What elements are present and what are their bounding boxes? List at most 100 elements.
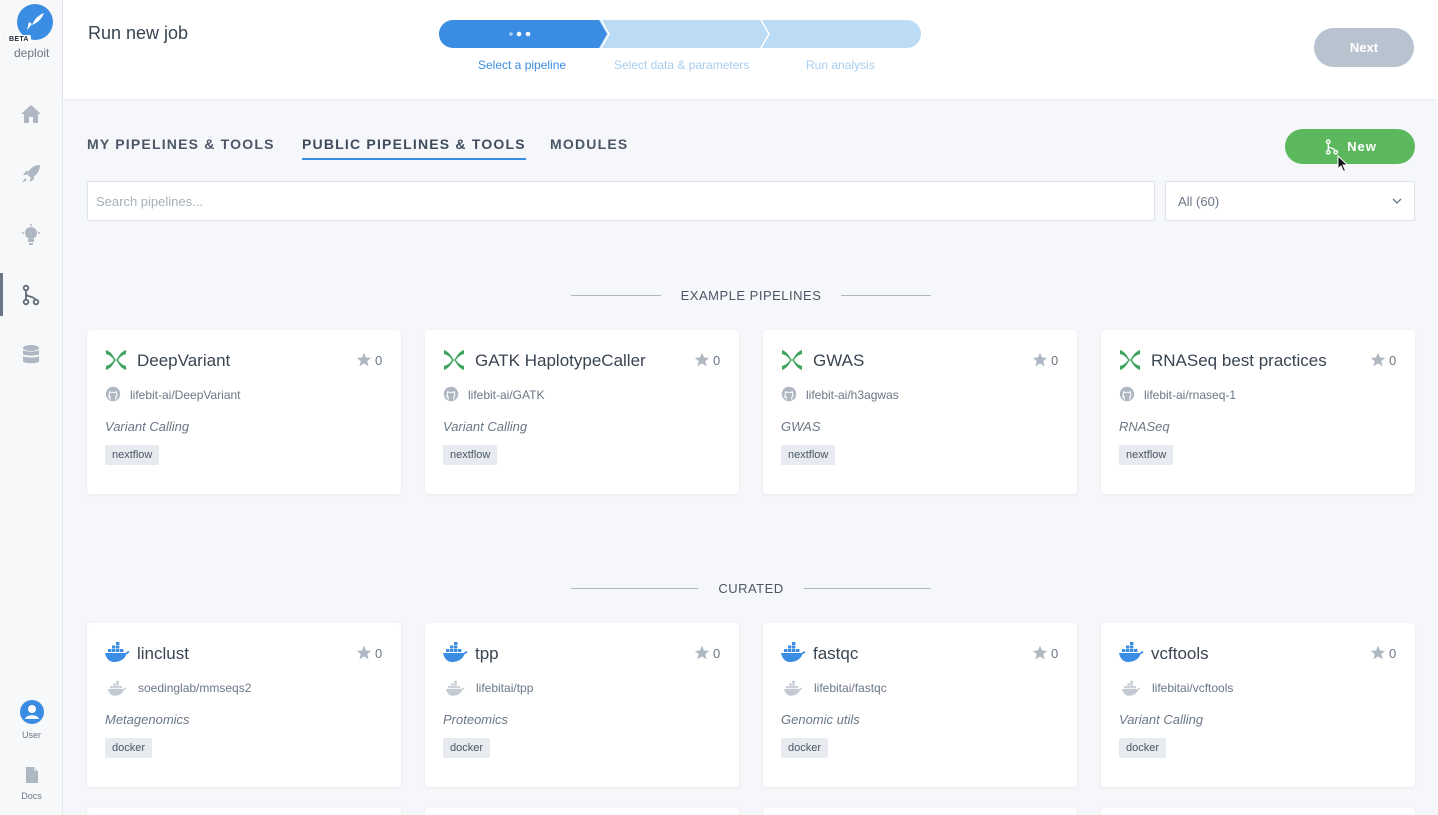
pipeline-title[interactable]: RNASeq best practices xyxy=(1151,351,1327,371)
search-input[interactable] xyxy=(87,181,1155,221)
star-icon[interactable] xyxy=(694,352,710,372)
pipeline-title[interactable]: vcftools xyxy=(1151,644,1209,664)
nextflow-icon xyxy=(442,348,466,372)
pipeline-category: Metagenomics xyxy=(105,712,190,727)
step-label-select-data[interactable]: Select data & parameters xyxy=(614,58,749,72)
active-nav-indicator xyxy=(0,273,3,316)
filter-selected-value: All (60) xyxy=(1178,193,1220,209)
step-3-shape xyxy=(753,20,921,48)
pipeline-category: Proteomics xyxy=(443,712,509,727)
nextflow-icon xyxy=(104,348,128,372)
star-count: 0 xyxy=(1051,646,1059,661)
section-title: EXAMPLE PIPELINES xyxy=(680,288,822,303)
mouse-cursor-icon xyxy=(1337,155,1349,173)
nextflow-icon xyxy=(1118,348,1142,372)
pipeline-card[interactable]: RNASeq best practices 0 lifebit-ai/rnaseq-… xyxy=(1101,330,1415,494)
docs-label: Docs xyxy=(21,791,42,801)
pipeline-card[interactable]: fastqc 0 lifebitai/fastqc Genomic utils dock… xyxy=(763,623,1077,787)
pipeline-title[interactable]: fastqc xyxy=(813,644,858,664)
tab-my-pipelines[interactable]: MY PIPELINES & TOOLS xyxy=(87,136,275,158)
pipeline-card[interactable]: linclust 0 soedinglab/mmseqs2 Metagenomics d… xyxy=(87,623,401,787)
pipeline-repo: lifebit-ai/h3agwas xyxy=(806,388,899,402)
pipeline-repo: lifebitai/vcftools xyxy=(1152,681,1234,695)
pipeline-title[interactable]: linclust xyxy=(137,644,189,664)
pipeline-repo: lifebit-ai/DeepVariant xyxy=(130,388,241,402)
rocket-icon[interactable] xyxy=(19,162,43,186)
star-icon[interactable] xyxy=(1032,645,1048,665)
step-label-select-pipeline[interactable]: Select a pipeline xyxy=(478,58,566,72)
pipelines-icon xyxy=(1325,138,1339,155)
pipeline-card[interactable] xyxy=(87,808,401,815)
deploit-logo[interactable]: BETA deploit xyxy=(7,4,57,62)
document-icon xyxy=(25,767,38,783)
header: Run new job Select a pipeline Select dat… xyxy=(63,0,1438,99)
pipeline-tag: nextflow xyxy=(781,445,836,465)
pipeline-title[interactable]: GATK HaplotypeCaller xyxy=(475,351,646,371)
avatar xyxy=(19,700,44,724)
nextflow-icon xyxy=(780,348,804,372)
tab-public-pipelines[interactable]: PUBLIC PIPELINES & TOOLS xyxy=(302,136,526,160)
docker-hub-icon xyxy=(104,680,130,703)
pipeline-category: Variant Calling xyxy=(1119,712,1204,727)
sidebar: BETA deploit User Docs xyxy=(0,0,63,815)
pipelines-icon[interactable] xyxy=(19,283,43,307)
star-count: 0 xyxy=(713,353,721,368)
docker-icon xyxy=(104,641,130,665)
pipeline-title[interactable]: GWAS xyxy=(813,351,864,371)
beta-badge: BETA xyxy=(7,35,31,44)
pipeline-tag: nextflow xyxy=(105,445,160,465)
star-count: 0 xyxy=(375,646,383,661)
docker-icon xyxy=(442,641,468,665)
star-count: 0 xyxy=(375,353,383,368)
pipeline-card[interactable] xyxy=(425,808,739,815)
pipeline-tag: nextflow xyxy=(443,445,498,465)
new-pipeline-button[interactable]: New xyxy=(1285,129,1415,164)
pipeline-card[interactable]: GWAS 0 lifebit-ai/h3agwas GWAS nextflow xyxy=(763,330,1077,494)
next-button[interactable]: Next xyxy=(1314,28,1414,67)
user-menu[interactable]: User xyxy=(0,700,63,740)
pipeline-repo: soedinglab/mmseqs2 xyxy=(138,681,252,695)
lightbulb-icon[interactable] xyxy=(19,223,43,247)
pipeline-card[interactable]: vcftools 0 lifebitai/vcftools Variant Calli… xyxy=(1101,623,1415,787)
pipeline-filter-select[interactable]: All (60) xyxy=(1165,181,1415,221)
pipeline-tag: docker xyxy=(1119,738,1167,758)
star-icon[interactable] xyxy=(356,352,372,372)
pipeline-repo: lifebit-ai/rnaseq-1 xyxy=(1144,388,1237,402)
home-icon[interactable] xyxy=(19,102,43,126)
section-title: CURATED xyxy=(718,581,784,596)
pipeline-card[interactable] xyxy=(763,808,1077,815)
star-icon[interactable] xyxy=(1032,352,1048,372)
pipeline-repo: lifebit-ai/GATK xyxy=(468,388,545,402)
step-1-shape[interactable] xyxy=(439,20,607,48)
star-count: 0 xyxy=(713,646,721,661)
pipeline-category: GWAS xyxy=(781,419,821,434)
docs-link[interactable]: Docs xyxy=(0,766,63,801)
user-icon xyxy=(24,705,39,719)
pipeline-card[interactable]: DeepVariant 0 lifebit-ai/DeepVariant Varian… xyxy=(87,330,401,494)
docker-hub-icon xyxy=(780,680,806,703)
docker-icon xyxy=(780,641,806,665)
star-count: 0 xyxy=(1389,646,1397,661)
docker-hub-icon xyxy=(1118,680,1144,703)
pipeline-title[interactable]: tpp xyxy=(475,644,499,664)
tab-modules[interactable]: MODULES xyxy=(550,136,628,158)
github-icon xyxy=(443,386,459,407)
star-icon[interactable] xyxy=(1370,352,1386,372)
docker-hub-icon xyxy=(442,680,468,703)
user-label: User xyxy=(21,730,41,740)
star-count: 0 xyxy=(1389,353,1397,368)
pipeline-card[interactable]: GATK HaplotypeCaller 0 lifebit-ai/GATK Vari… xyxy=(425,330,739,494)
step-label-run-analysis[interactable]: Run analysis xyxy=(806,58,875,72)
pipeline-card[interactable]: tpp 0 lifebitai/tpp Proteomics docker xyxy=(425,623,739,787)
github-icon xyxy=(781,386,797,407)
pipeline-category: RNASeq xyxy=(1119,419,1170,434)
star-icon[interactable] xyxy=(694,645,710,665)
pipeline-tag: nextflow xyxy=(1119,445,1174,465)
database-icon[interactable] xyxy=(19,343,43,367)
star-icon[interactable] xyxy=(356,645,372,665)
pipeline-title[interactable]: DeepVariant xyxy=(137,351,230,371)
star-icon[interactable] xyxy=(1370,645,1386,665)
pipeline-repo: lifebitai/tpp xyxy=(476,681,534,695)
github-icon xyxy=(1119,386,1135,407)
pipeline-card[interactable] xyxy=(1101,808,1415,815)
